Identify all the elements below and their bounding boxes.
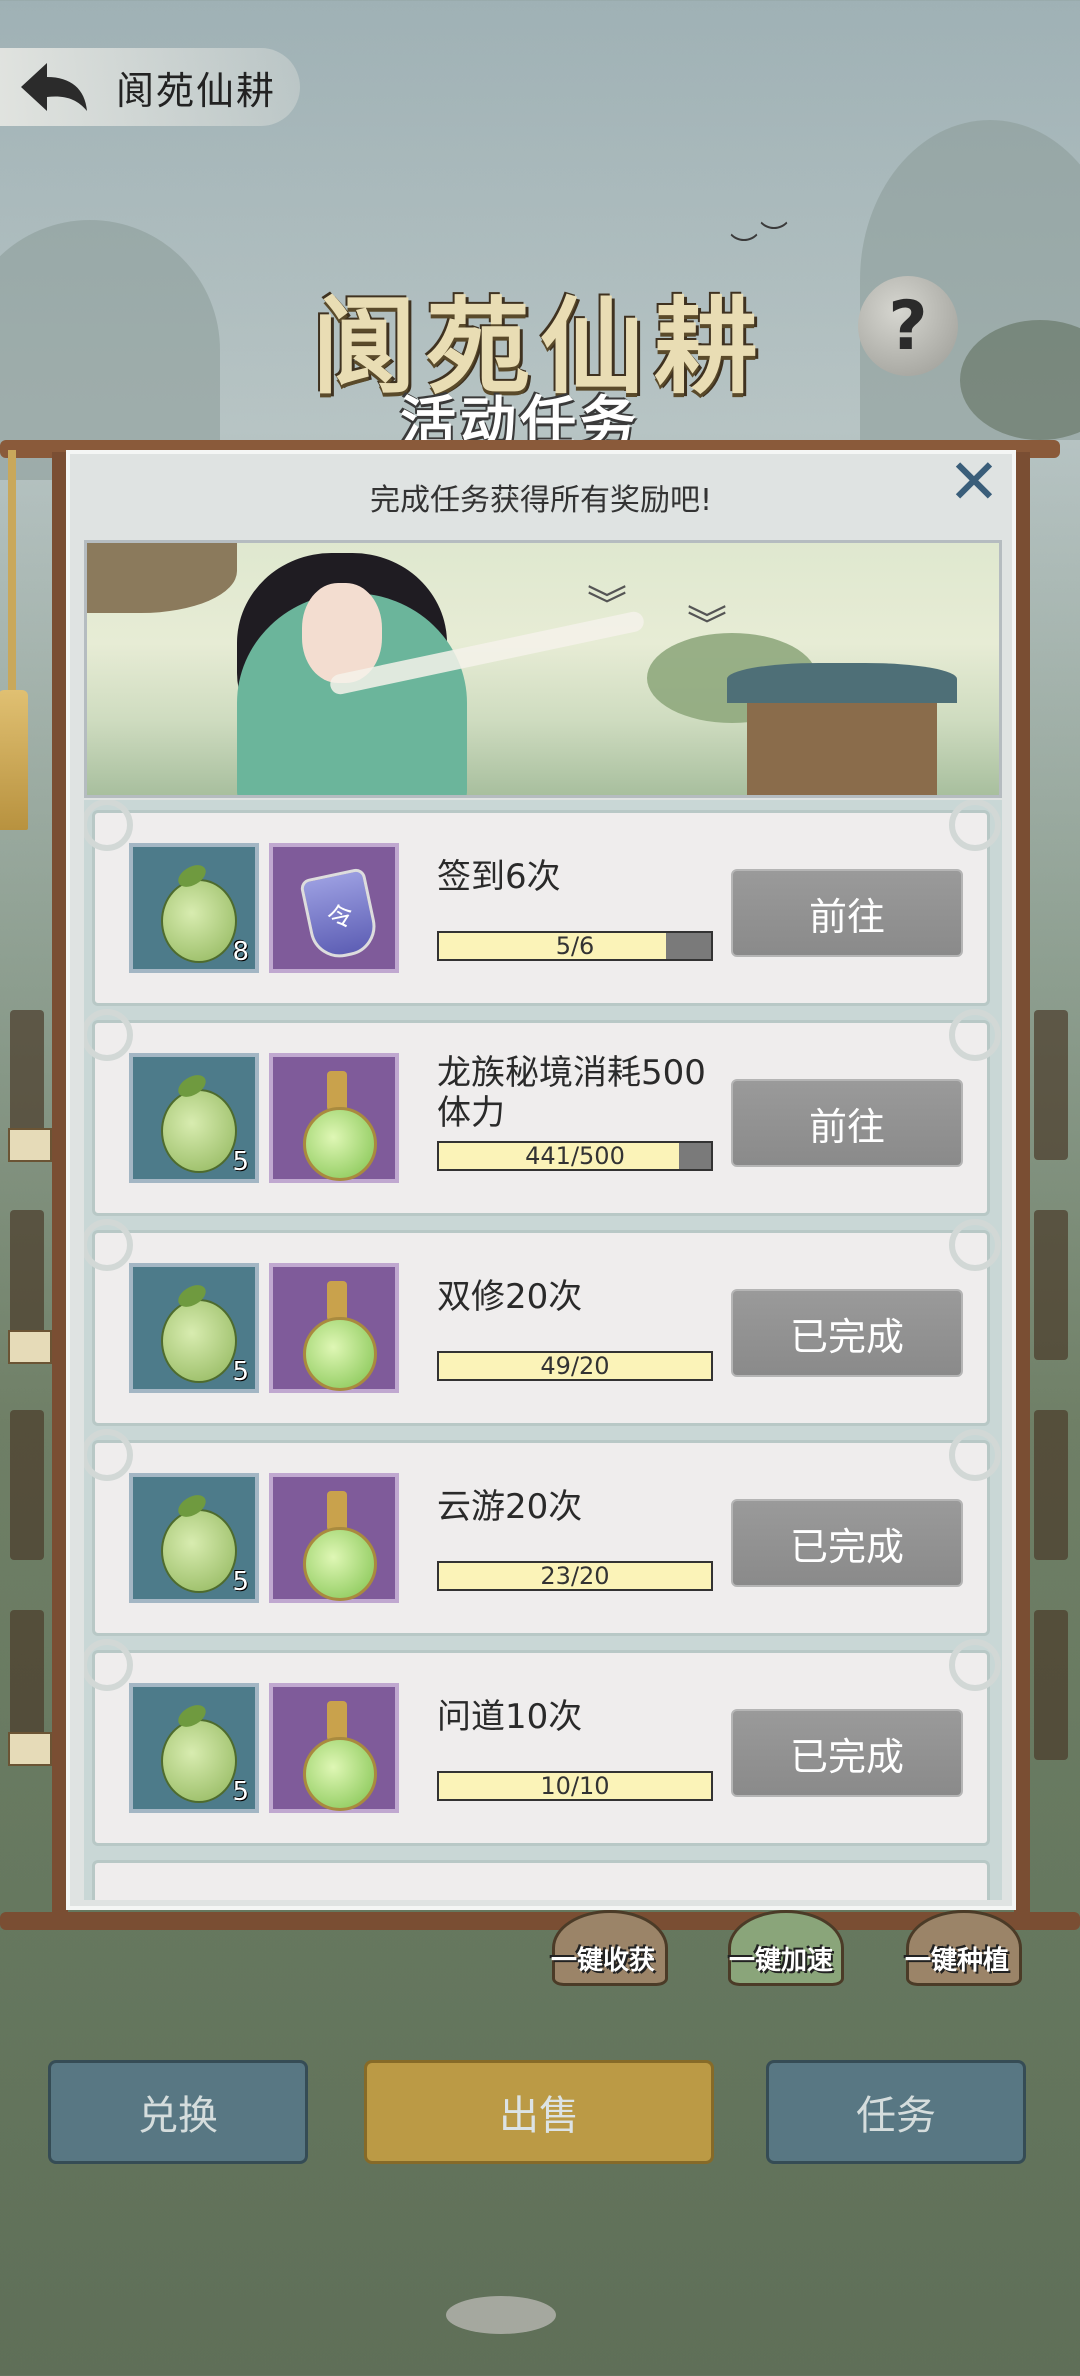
reward-potion[interactable] [269,1263,399,1393]
task-list[interactable]: 8 令 签到6次 5/6 前往 5 龙族秘境消耗500体力 441/500 前往… [84,800,1002,1900]
task-item: 5 云游20次 23/20 已完成 [84,1429,1001,1636]
corner-ornament [949,1429,1001,1481]
task-name: 双修20次 [437,1277,583,1317]
task-progress: 49/20 [437,1351,713,1381]
corner-ornament [84,1009,133,1061]
bird-icon: ︶ [760,219,789,252]
reward-potion[interactable] [269,1473,399,1603]
banner-pavilion [727,643,957,795]
progress-text: 441/500 [525,1142,625,1170]
plant-all-button[interactable]: 一键种植 [892,1940,1022,1977]
task-progress: 23/20 [437,1561,713,1591]
event-banner: ︾ ︾ [84,540,1002,798]
task-item [92,1860,990,1900]
close-button[interactable]: ✕ [944,451,1004,513]
back-button[interactable] [14,57,94,117]
token-icon: 令 [298,867,382,963]
side-slot [1034,1210,1068,1360]
fruit-icon [161,1509,237,1593]
crane-icon: ︾ [687,603,727,649]
task-item: 5 龙族秘境消耗500体力 441/500 前往 [84,1009,1001,1216]
completed-button[interactable]: 已完成 [731,1709,963,1797]
progress-text: 10/10 [540,1772,610,1800]
task-progress: 5/6 [437,931,713,961]
reward-potion[interactable] [269,1683,399,1813]
task-name: 签到6次 [437,857,561,897]
task-name: 龙族秘境消耗500体力 [437,1053,706,1133]
potion-icon [327,1281,347,1321]
reward-fruit[interactable]: 5 [129,1683,259,1813]
help-button[interactable]: ? [858,276,958,376]
side-tab [8,1732,52,1766]
reward-count: 5 [232,1357,249,1387]
go-button[interactable]: 前往 [731,869,963,957]
corner-ornament [84,1429,133,1481]
progress-text: 49/20 [540,1352,610,1380]
task-modal: 完成任务获得所有奖励吧! ✕ ︾ ︾ 8 令 签到6次 5/6 前往 5 龙族秘… [66,450,1016,1910]
task-progress: 10/10 [437,1771,713,1801]
side-slot [1034,1610,1068,1760]
completed-button[interactable]: 已完成 [731,1289,963,1377]
sell-button[interactable]: 出售 [364,2060,714,2164]
frame-right [1014,452,1030,1917]
potion-icon [327,1491,347,1531]
task-name: 问道10次 [437,1697,583,1737]
reward-count: 5 [232,1147,249,1177]
corner-ornament [949,1219,1001,1271]
tasks-button[interactable]: 任务 [766,2060,1026,2164]
corner-ornament [84,1219,133,1271]
reward-potion[interactable] [269,1053,399,1183]
tassel-icon [0,690,28,830]
progress-text: 5/6 [555,932,595,960]
task-name: 云游20次 [437,1487,583,1527]
task-item: 5 双修20次 49/20 已完成 [84,1219,1001,1426]
side-slot [10,1410,44,1560]
side-tab [8,1128,52,1162]
reward-fruit[interactable]: 5 [129,1263,259,1393]
top-bar: 阆苑仙耕 [0,48,300,126]
speedup-all-button[interactable]: 一键加速 [716,1940,846,1977]
reward-fruit[interactable]: 5 [129,1473,259,1603]
corner-ornament [84,800,133,851]
fruit-icon [161,1299,237,1383]
fruit-icon [161,1089,237,1173]
side-slot [1034,1010,1068,1160]
stone-decoration [446,2296,556,2334]
corner-ornament [84,1639,133,1691]
completed-button[interactable]: 已完成 [731,1499,963,1587]
banner-roof [87,543,237,613]
harvest-all-button[interactable]: 一键收获 [538,1940,668,1977]
reward-count: 5 [232,1567,249,1597]
modal-header: 完成任务获得所有奖励吧! [369,483,713,518]
tassel-cord [8,450,16,690]
task-item: 8 令 签到6次 5/6 前往 [84,800,1001,1006]
reward-fruit[interactable]: 8 [129,843,259,973]
exchange-button[interactable]: 兑换 [48,2060,308,2164]
bird-icon: ︶ [730,231,759,264]
go-button[interactable]: 前往 [731,1079,963,1167]
progress-text: 23/20 [540,1562,610,1590]
side-tab [8,1330,52,1364]
page-title: 阆苑仙耕 [116,68,277,113]
reward-token[interactable]: 令 [269,843,399,973]
reward-count: 5 [232,1777,249,1807]
task-progress: 441/500 [437,1141,713,1171]
corner-ornament [949,1009,1001,1061]
side-slot [1034,1410,1068,1560]
reward-fruit[interactable]: 5 [129,1053,259,1183]
back-arrow-icon [21,63,87,111]
corner-ornament [949,800,1001,851]
fruit-icon [161,879,237,963]
task-item: 5 问道10次 10/10 已完成 [84,1639,1001,1846]
potion-icon [327,1071,347,1111]
potion-icon [327,1701,347,1741]
reward-count: 8 [232,937,249,967]
fruit-icon [161,1719,237,1803]
corner-ornament [949,1639,1001,1691]
